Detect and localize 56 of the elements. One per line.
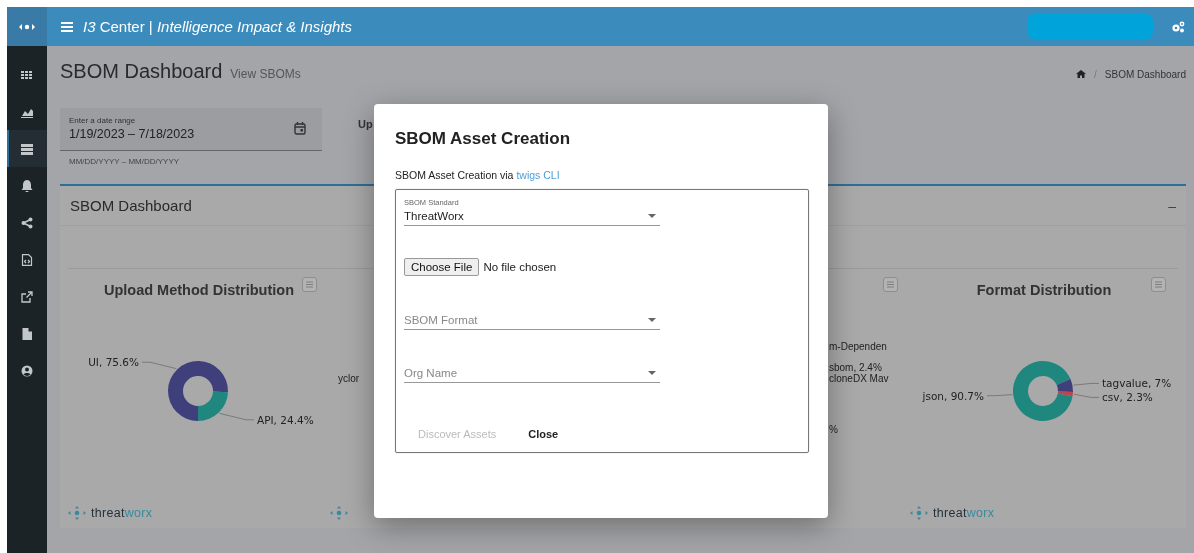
chart-title: Upload Method Distribution bbox=[103, 282, 295, 300]
file-icon bbox=[21, 327, 33, 340]
user-icon bbox=[21, 364, 33, 377]
select-field[interactable]: SBOM Format bbox=[404, 314, 660, 330]
dialog-button[interactable]: Close bbox=[520, 424, 567, 444]
dialog-intro: SBOM Asset Creation via twigs CLI bbox=[395, 169, 561, 181]
select-field[interactable]: Org Name bbox=[404, 367, 660, 383]
leader-line bbox=[141, 361, 177, 370]
page-title: SBOM Dashboard bbox=[60, 60, 223, 83]
leader-line bbox=[1073, 383, 1100, 386]
caret-icon bbox=[648, 318, 656, 322]
page-subtitle: View SBOMs bbox=[230, 67, 301, 81]
logo-icon bbox=[330, 506, 348, 520]
data-label: json, 90.7% bbox=[922, 389, 984, 402]
file-status: No file chosen bbox=[483, 261, 557, 273]
date-format-hint: MM/DD/YYYY – MM/DD/YYYY bbox=[69, 157, 181, 166]
grid-icon bbox=[21, 68, 33, 81]
data-label: UI, 75.6% bbox=[88, 356, 139, 369]
home-icon[interactable] bbox=[1076, 70, 1087, 78]
date-range-field[interactable]: Enter a date range 1/19/2023 – 7/18/2023 bbox=[60, 108, 322, 151]
panel-title: SBOM Dashboard bbox=[70, 197, 192, 214]
cli-link[interactable]: twigs CLI bbox=[516, 169, 560, 181]
table-icon bbox=[21, 142, 33, 155]
data-label: sbom, 2.4% bbox=[829, 362, 883, 373]
choose-file-button[interactable]: Choose File bbox=[404, 258, 480, 276]
share-icon bbox=[21, 216, 33, 229]
brand-logo: threatworx bbox=[91, 506, 153, 520]
data-label: % bbox=[829, 424, 839, 435]
file-code-icon bbox=[21, 253, 33, 266]
leader-line bbox=[1073, 393, 1100, 398]
logo-icon bbox=[910, 506, 928, 520]
chart-title: Format Distribution bbox=[976, 282, 1112, 300]
settings-icon[interactable] bbox=[1171, 20, 1185, 33]
logo-icon[interactable] bbox=[19, 22, 35, 31]
bell-icon bbox=[21, 179, 33, 192]
brand-logo: threatworx bbox=[933, 506, 995, 520]
dialog-title: SBOM Asset Creation bbox=[395, 129, 572, 149]
collapse-button[interactable]: – bbox=[1168, 197, 1176, 214]
external-link-icon bbox=[21, 290, 33, 303]
app-title: I3 Center | Intelligence Impact & Insights bbox=[83, 18, 353, 35]
logo-icon bbox=[68, 506, 86, 520]
breadcrumb-separator: / bbox=[1094, 68, 1097, 80]
sidebar-item[interactable] bbox=[7, 130, 47, 167]
calendar-icon[interactable] bbox=[294, 122, 306, 135]
data-label: csv, 2.3% bbox=[1102, 391, 1153, 404]
leader-line bbox=[986, 394, 1013, 397]
leader-line bbox=[219, 412, 255, 421]
caret-icon bbox=[648, 214, 656, 218]
data-label: API, 24.4% bbox=[257, 413, 314, 426]
data-label: yclor bbox=[338, 373, 360, 384]
data-label: m-Dependen bbox=[829, 341, 888, 352]
filter-label: Up bbox=[358, 118, 373, 132]
breadcrumb-current: SBOM Dashboard bbox=[1104, 68, 1186, 80]
caret-icon bbox=[648, 371, 656, 375]
data-label: cloneDX Mav bbox=[829, 373, 889, 384]
data-label: tagvalue, 7% bbox=[1102, 377, 1172, 390]
